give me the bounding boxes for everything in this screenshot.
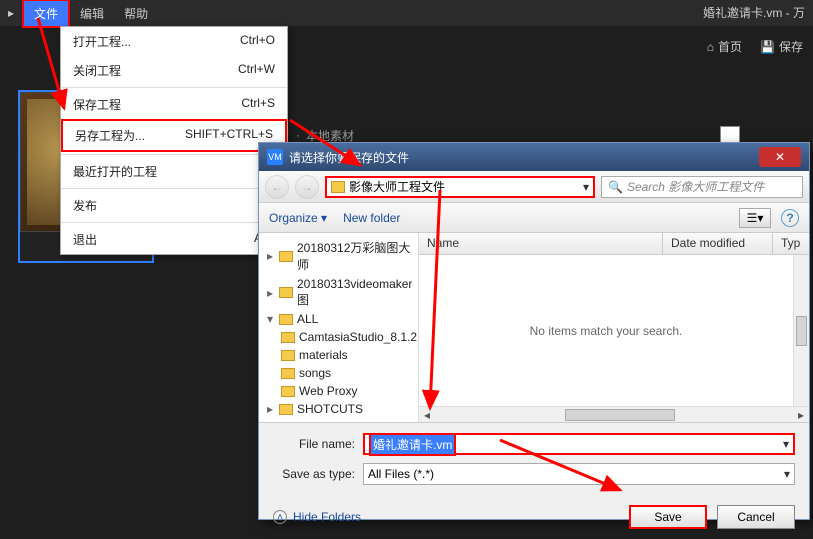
help-icon: ? (786, 211, 793, 225)
menu-publish[interactable]: 发布 (61, 191, 287, 220)
menu-recent-projects[interactable]: 最近打开的工程 (61, 157, 287, 186)
dialog-bottom: ˄ Hide Folders Save Cancel (259, 499, 809, 539)
save-icon: 💾 (760, 40, 775, 54)
menu-close-project[interactable]: 关闭工程Ctrl+W (61, 56, 287, 85)
tree-node[interactable]: CamtasiaStudio_8.1.2 (259, 328, 418, 346)
col-date[interactable]: Date modified (663, 233, 773, 254)
cancel-button[interactable]: Cancel (717, 505, 795, 529)
menu-exit[interactable]: 退出Alt+ (61, 225, 287, 254)
save-dialog: VM 请选择你要保存的文件 ✕ ← → 影像大师工程文件 ▾ 🔍 Search … (258, 142, 810, 520)
folder-icon (279, 404, 293, 415)
folder-icon (331, 181, 345, 193)
home-icon: ⌂ (707, 40, 714, 54)
dialog-fields: File name: 婚礼邀请卡.vm ▾ Save as type: All … (259, 423, 809, 499)
file-list: Name Date modified Typ No items match yo… (419, 233, 809, 422)
menu-save-project-as[interactable]: 另存工程为...SHIFT+CTRL+S (61, 119, 287, 152)
menubar-play-icon[interactable]: ▸ (0, 6, 22, 20)
menu-save-project[interactable]: 保存工程Ctrl+S (61, 90, 287, 119)
save-as-type-dropdown-icon[interactable]: ▾ (784, 467, 790, 481)
file-name-input[interactable]: 婚礼邀请卡.vm ▾ (363, 433, 795, 455)
list-icon: ☰ (747, 211, 758, 225)
dialog-toolbar: Organize ▾ New folder ☰ ▾ ? (259, 203, 809, 233)
file-name-dropdown-icon[interactable]: ▾ (783, 437, 789, 451)
folder-icon (279, 251, 293, 262)
list-hscroll[interactable]: ◂▸ (419, 406, 809, 422)
dialog-titlebar: VM 请选择你要保存的文件 ✕ (259, 143, 809, 171)
dialog-close-button[interactable]: ✕ (759, 147, 801, 167)
folder-tree: ▸20180312万彩脑图大师 ▸20180313videomaker图 ▾AL… (259, 233, 419, 422)
close-icon: ✕ (775, 150, 785, 164)
save-as-type-value: All Files (*.*) (368, 467, 434, 481)
tree-node[interactable]: materials (259, 346, 418, 364)
save-button[interactable]: 💾保存 (760, 38, 803, 55)
asset-label[interactable]: 本地素材 (306, 127, 354, 144)
list-header: Name Date modified Typ (419, 233, 809, 255)
col-type[interactable]: Typ (773, 233, 809, 254)
dialog-body: ▸20180312万彩脑图大师 ▸20180313videomaker图 ▾AL… (259, 233, 809, 423)
dialog-nav: ← → 影像大师工程文件 ▾ 🔍 Search 影像大师工程文件 (259, 171, 809, 203)
dialog-search-input[interactable]: 🔍 Search 影像大师工程文件 (601, 176, 803, 198)
save-confirm-button[interactable]: Save (629, 505, 707, 529)
tree-node[interactable]: ▸SHOTCUTS (259, 400, 418, 418)
tree-node[interactable]: ▸20180313videomaker图 (259, 275, 418, 310)
folder-icon (281, 332, 295, 343)
organize-button[interactable]: Organize ▾ (269, 211, 327, 225)
save-as-type-row: Save as type: All Files (*.*) ▾ (273, 463, 795, 485)
tree-node[interactable]: ▸兔抠图美美哒素材 (259, 418, 418, 422)
help-button[interactable]: ? (781, 209, 799, 227)
path-text: 影像大师工程文件 (349, 178, 445, 195)
nav-back-button[interactable]: ← (265, 175, 289, 199)
nav-forward-button[interactable]: → (295, 175, 319, 199)
path-breadcrumb[interactable]: 影像大师工程文件 ▾ (325, 176, 595, 198)
menu-open-project[interactable]: 打开工程...Ctrl+O (61, 27, 287, 56)
folder-icon (279, 287, 293, 298)
menu-help[interactable]: 帮助 (114, 1, 158, 26)
tree-node[interactable]: ▸20180312万彩脑图大师 (259, 237, 418, 275)
menu-file[interactable]: 文件 (22, 0, 70, 28)
asset-sep: · (296, 128, 300, 142)
file-dropdown: 打开工程...Ctrl+O 关闭工程Ctrl+W 保存工程Ctrl+S 另存工程… (60, 26, 288, 255)
menubar: ▸ 文件 编辑 帮助 (0, 0, 813, 26)
path-dropdown-icon[interactable]: ▾ (583, 180, 589, 194)
save-as-type-label: Save as type: (273, 467, 363, 481)
col-name[interactable]: Name (419, 233, 663, 254)
folder-icon (281, 368, 295, 379)
search-icon: 🔍 (608, 180, 623, 194)
app-title: 婚礼邀请卡.vm - 万 (703, 4, 805, 21)
folder-icon (279, 314, 293, 325)
file-name-row: File name: 婚礼邀请卡.vm ▾ (273, 433, 795, 455)
view-mode-button[interactable]: ☰ ▾ (739, 208, 771, 228)
tree-node[interactable]: ▾ALL (259, 310, 418, 328)
list-empty-text: No items match your search. (419, 255, 793, 406)
chevron-up-icon: ˄ (273, 510, 287, 524)
folder-icon (281, 350, 295, 361)
search-placeholder: Search 影像大师工程文件 (627, 178, 764, 195)
folder-icon (281, 386, 295, 397)
tree-node[interactable]: Web Proxy (259, 382, 418, 400)
arrow-right-icon: → (301, 180, 313, 194)
list-vscroll[interactable] (793, 255, 809, 406)
file-name-label: File name: (273, 437, 363, 451)
vm-icon: VM (267, 149, 283, 165)
arrow-left-icon: ← (271, 180, 283, 194)
home-button[interactable]: ⌂首页 (707, 38, 742, 55)
hide-folders-button[interactable]: ˄ Hide Folders (273, 510, 361, 524)
menu-edit[interactable]: 编辑 (70, 1, 114, 26)
top-right-toolbar: ⌂首页 💾保存 (707, 38, 803, 55)
new-folder-button[interactable]: New folder (343, 211, 400, 225)
file-name-value: 婚礼邀请卡.vm (369, 433, 456, 456)
save-as-type-select[interactable]: All Files (*.*) ▾ (363, 463, 795, 485)
tree-node[interactable]: songs (259, 364, 418, 382)
dialog-title: 请选择你要保存的文件 (289, 149, 409, 166)
